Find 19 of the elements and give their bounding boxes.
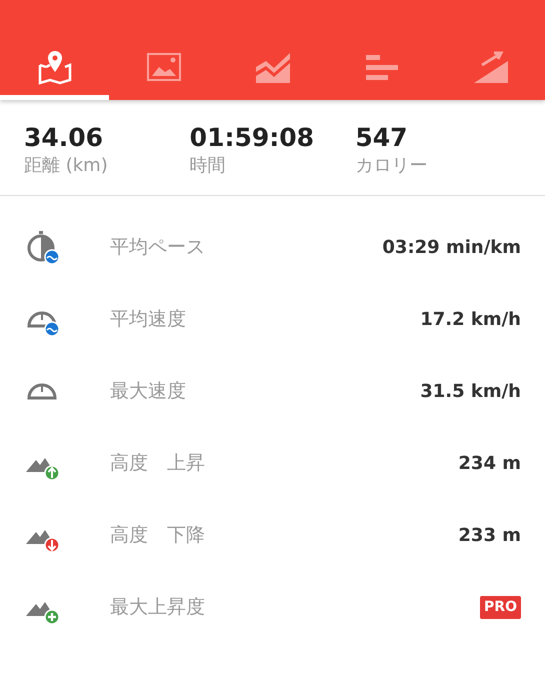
- stat-value: 234 m: [458, 452, 521, 476]
- stat-value: 17.2 km/h: [420, 308, 521, 332]
- stat-label: 最大速度: [110, 379, 187, 404]
- stat-value: 03:29 min/km: [382, 236, 521, 260]
- stat-value: 34.06: [24, 124, 104, 152]
- climb-icon: [472, 48, 510, 84]
- stat-label: 最大上昇度: [110, 595, 206, 620]
- stat-value: 547: [355, 124, 409, 152]
- stat-label: 平均ペース: [110, 235, 206, 260]
- stat-label: 平均速度: [110, 307, 187, 332]
- stat-label: 距離 (km): [24, 154, 109, 178]
- stat-label: 高度 下降: [110, 523, 206, 548]
- stat-value: 31.5 km/h: [420, 380, 521, 404]
- stat-label: カロリー: [355, 154, 428, 178]
- stat-value: 01:59:08: [190, 124, 316, 152]
- pro-badge: PRO: [480, 596, 521, 619]
- stat-value: 233 m: [458, 524, 521, 548]
- stat-label: 高度 上昇: [110, 451, 206, 476]
- stat-label: 時間: [190, 154, 227, 178]
